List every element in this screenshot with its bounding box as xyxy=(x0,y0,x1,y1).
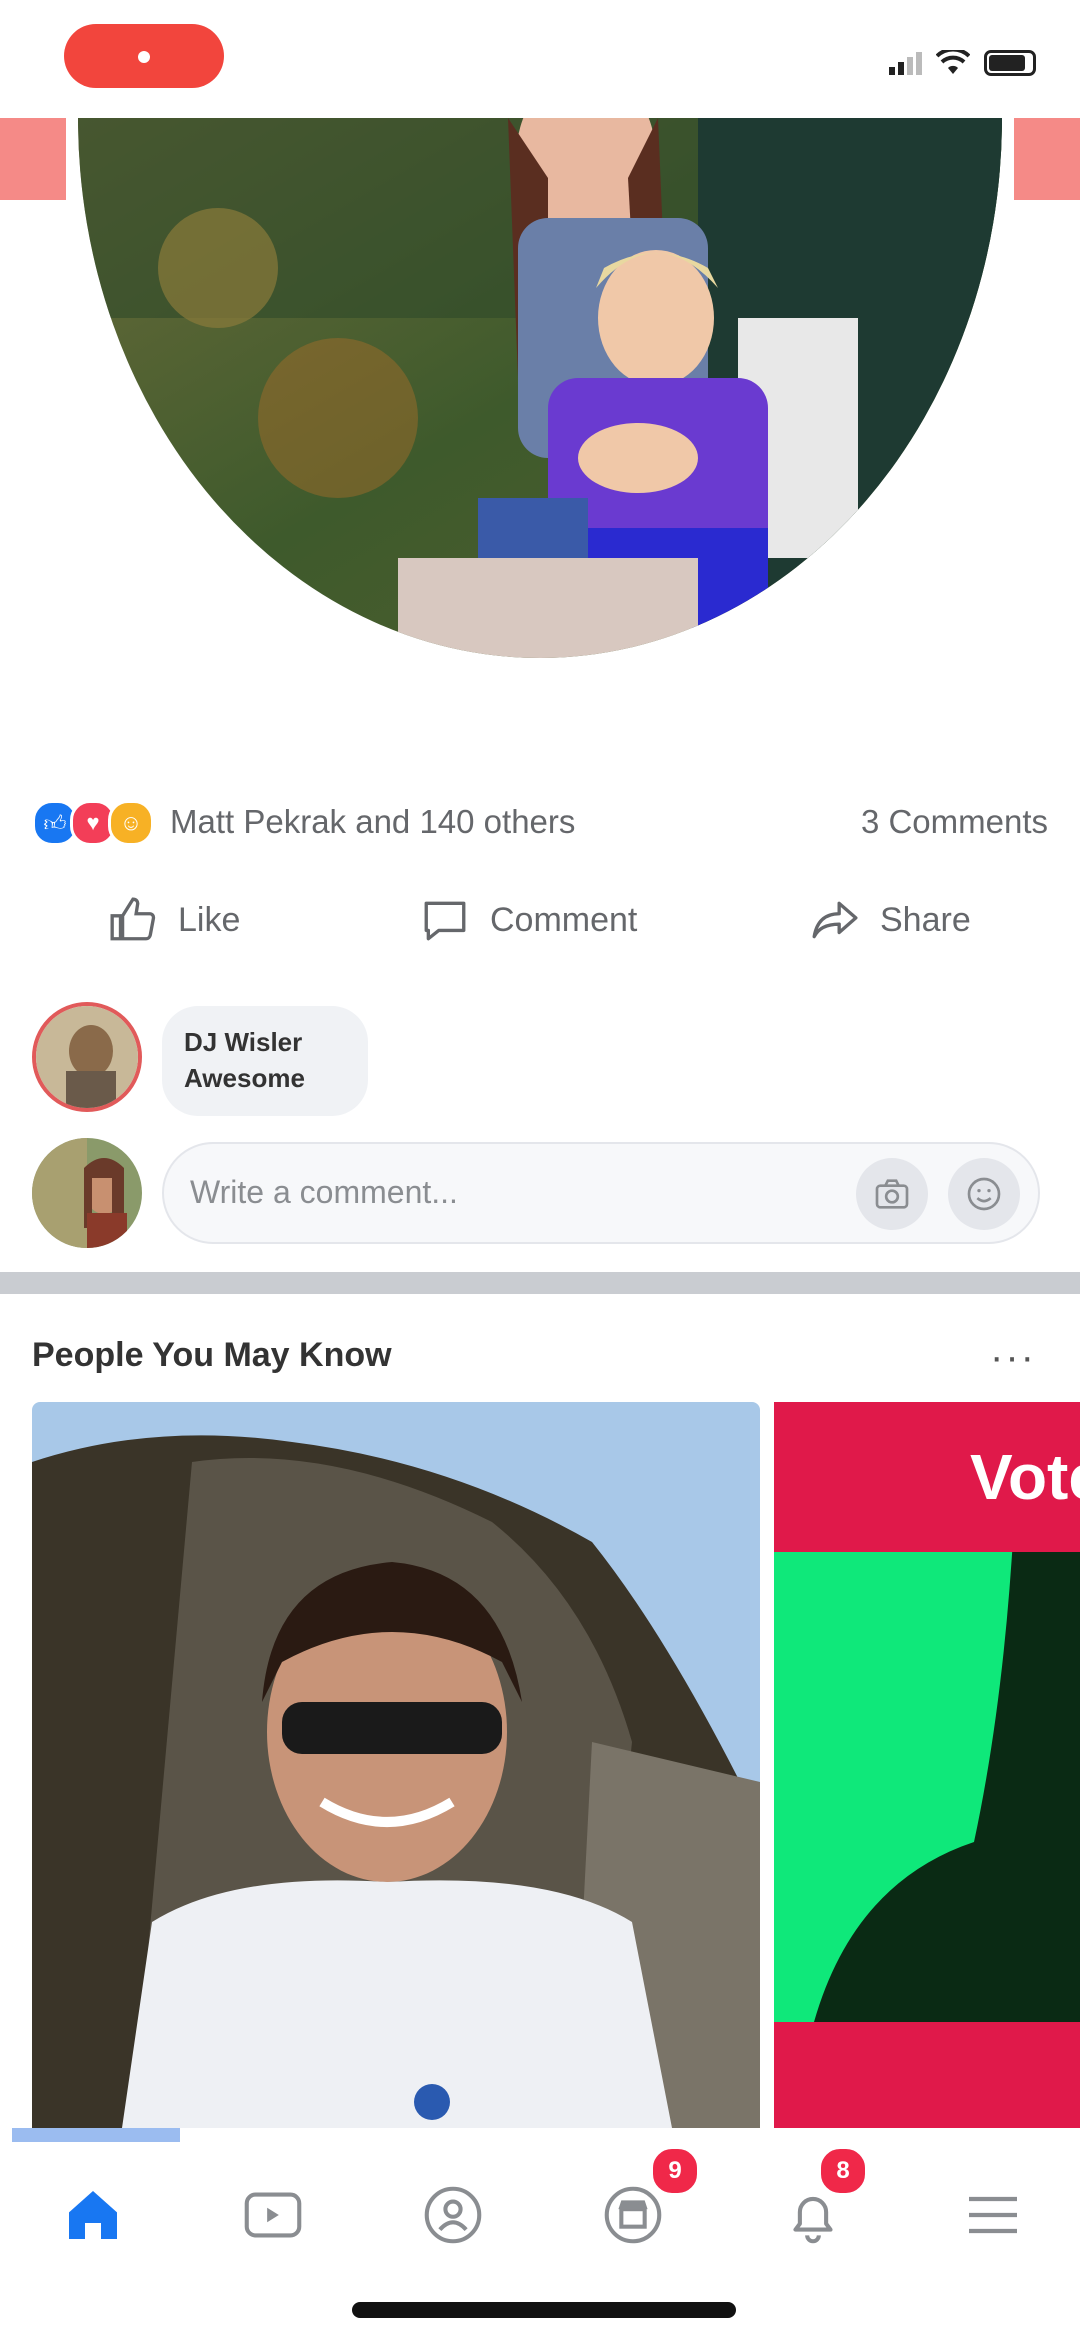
marketplace-badge: 9 xyxy=(650,2146,700,2196)
next-tab[interactable] xyxy=(1014,118,1080,200)
comment-text: Awesome xyxy=(184,1063,305,1093)
reactions-summary[interactable]: Matt Pekrak and 140 others xyxy=(170,803,575,841)
record-dot-icon xyxy=(138,51,150,63)
nav-home[interactable] xyxy=(48,2170,138,2260)
thumbs-up-icon xyxy=(110,897,156,941)
signal-icon xyxy=(889,51,922,75)
share-icon xyxy=(812,901,858,939)
pymk-card[interactable] xyxy=(32,1402,760,2128)
share-label: Share xyxy=(880,900,971,939)
like-label: Like xyxy=(178,900,241,939)
reaction-icons[interactable]: 👍︎ ♥ ☺ xyxy=(32,800,154,846)
comment-icon xyxy=(424,901,466,941)
comment-button[interactable]: Comment xyxy=(420,895,637,945)
commenter-avatar-image xyxy=(36,1006,138,1108)
nav-watch[interactable] xyxy=(228,2170,318,2260)
nav-groups[interactable] xyxy=(408,2170,498,2260)
menu-icon xyxy=(969,2196,1017,2234)
card2-header-text: Vote xyxy=(970,1441,1080,1513)
share-button[interactable]: Share xyxy=(810,895,971,945)
post-photo-image xyxy=(78,118,1002,658)
nav-menu[interactable] xyxy=(948,2170,1038,2260)
section-divider xyxy=(0,1272,1080,1294)
home-icon xyxy=(69,2191,117,2239)
home-indicator[interactable] xyxy=(352,2302,736,2318)
post-photo[interactable] xyxy=(78,118,1002,658)
more-options-icon[interactable]: ··· xyxy=(990,1335,1036,1380)
notifications-badge: 8 xyxy=(818,2146,868,2196)
active-tab-indicator xyxy=(12,2128,180,2142)
comment-author[interactable]: DJ Wisler xyxy=(184,1024,346,1060)
wifi-icon xyxy=(936,50,970,74)
comment-input-placeholder: Write a comment... xyxy=(190,1174,458,1210)
groups-icon xyxy=(424,2186,482,2244)
like-button[interactable]: Like xyxy=(108,895,240,945)
my-avatar[interactable] xyxy=(32,1138,142,1248)
prev-tab[interactable] xyxy=(0,118,66,200)
status-icons xyxy=(889,48,1036,78)
camera-icon[interactable] xyxy=(856,1158,928,1230)
haha-reaction-icon: ☺ xyxy=(108,800,154,846)
battery-icon xyxy=(984,50,1036,76)
watch-icon xyxy=(244,2192,302,2238)
emoji-icon[interactable] xyxy=(948,1158,1020,1230)
my-avatar-image xyxy=(32,1138,142,1248)
comment-label: Comment xyxy=(490,900,638,939)
pymk-title: People You May Know xyxy=(32,1336,392,1374)
commenter-avatar[interactable] xyxy=(32,1002,142,1112)
pymk-card-2[interactable]: Vote xyxy=(774,1402,1080,2128)
pymk-card-photo xyxy=(32,1402,760,2128)
comment-bubble[interactable]: DJ Wisler Awesome xyxy=(162,1006,368,1116)
comments-count[interactable]: 3 Comments xyxy=(861,803,1048,841)
